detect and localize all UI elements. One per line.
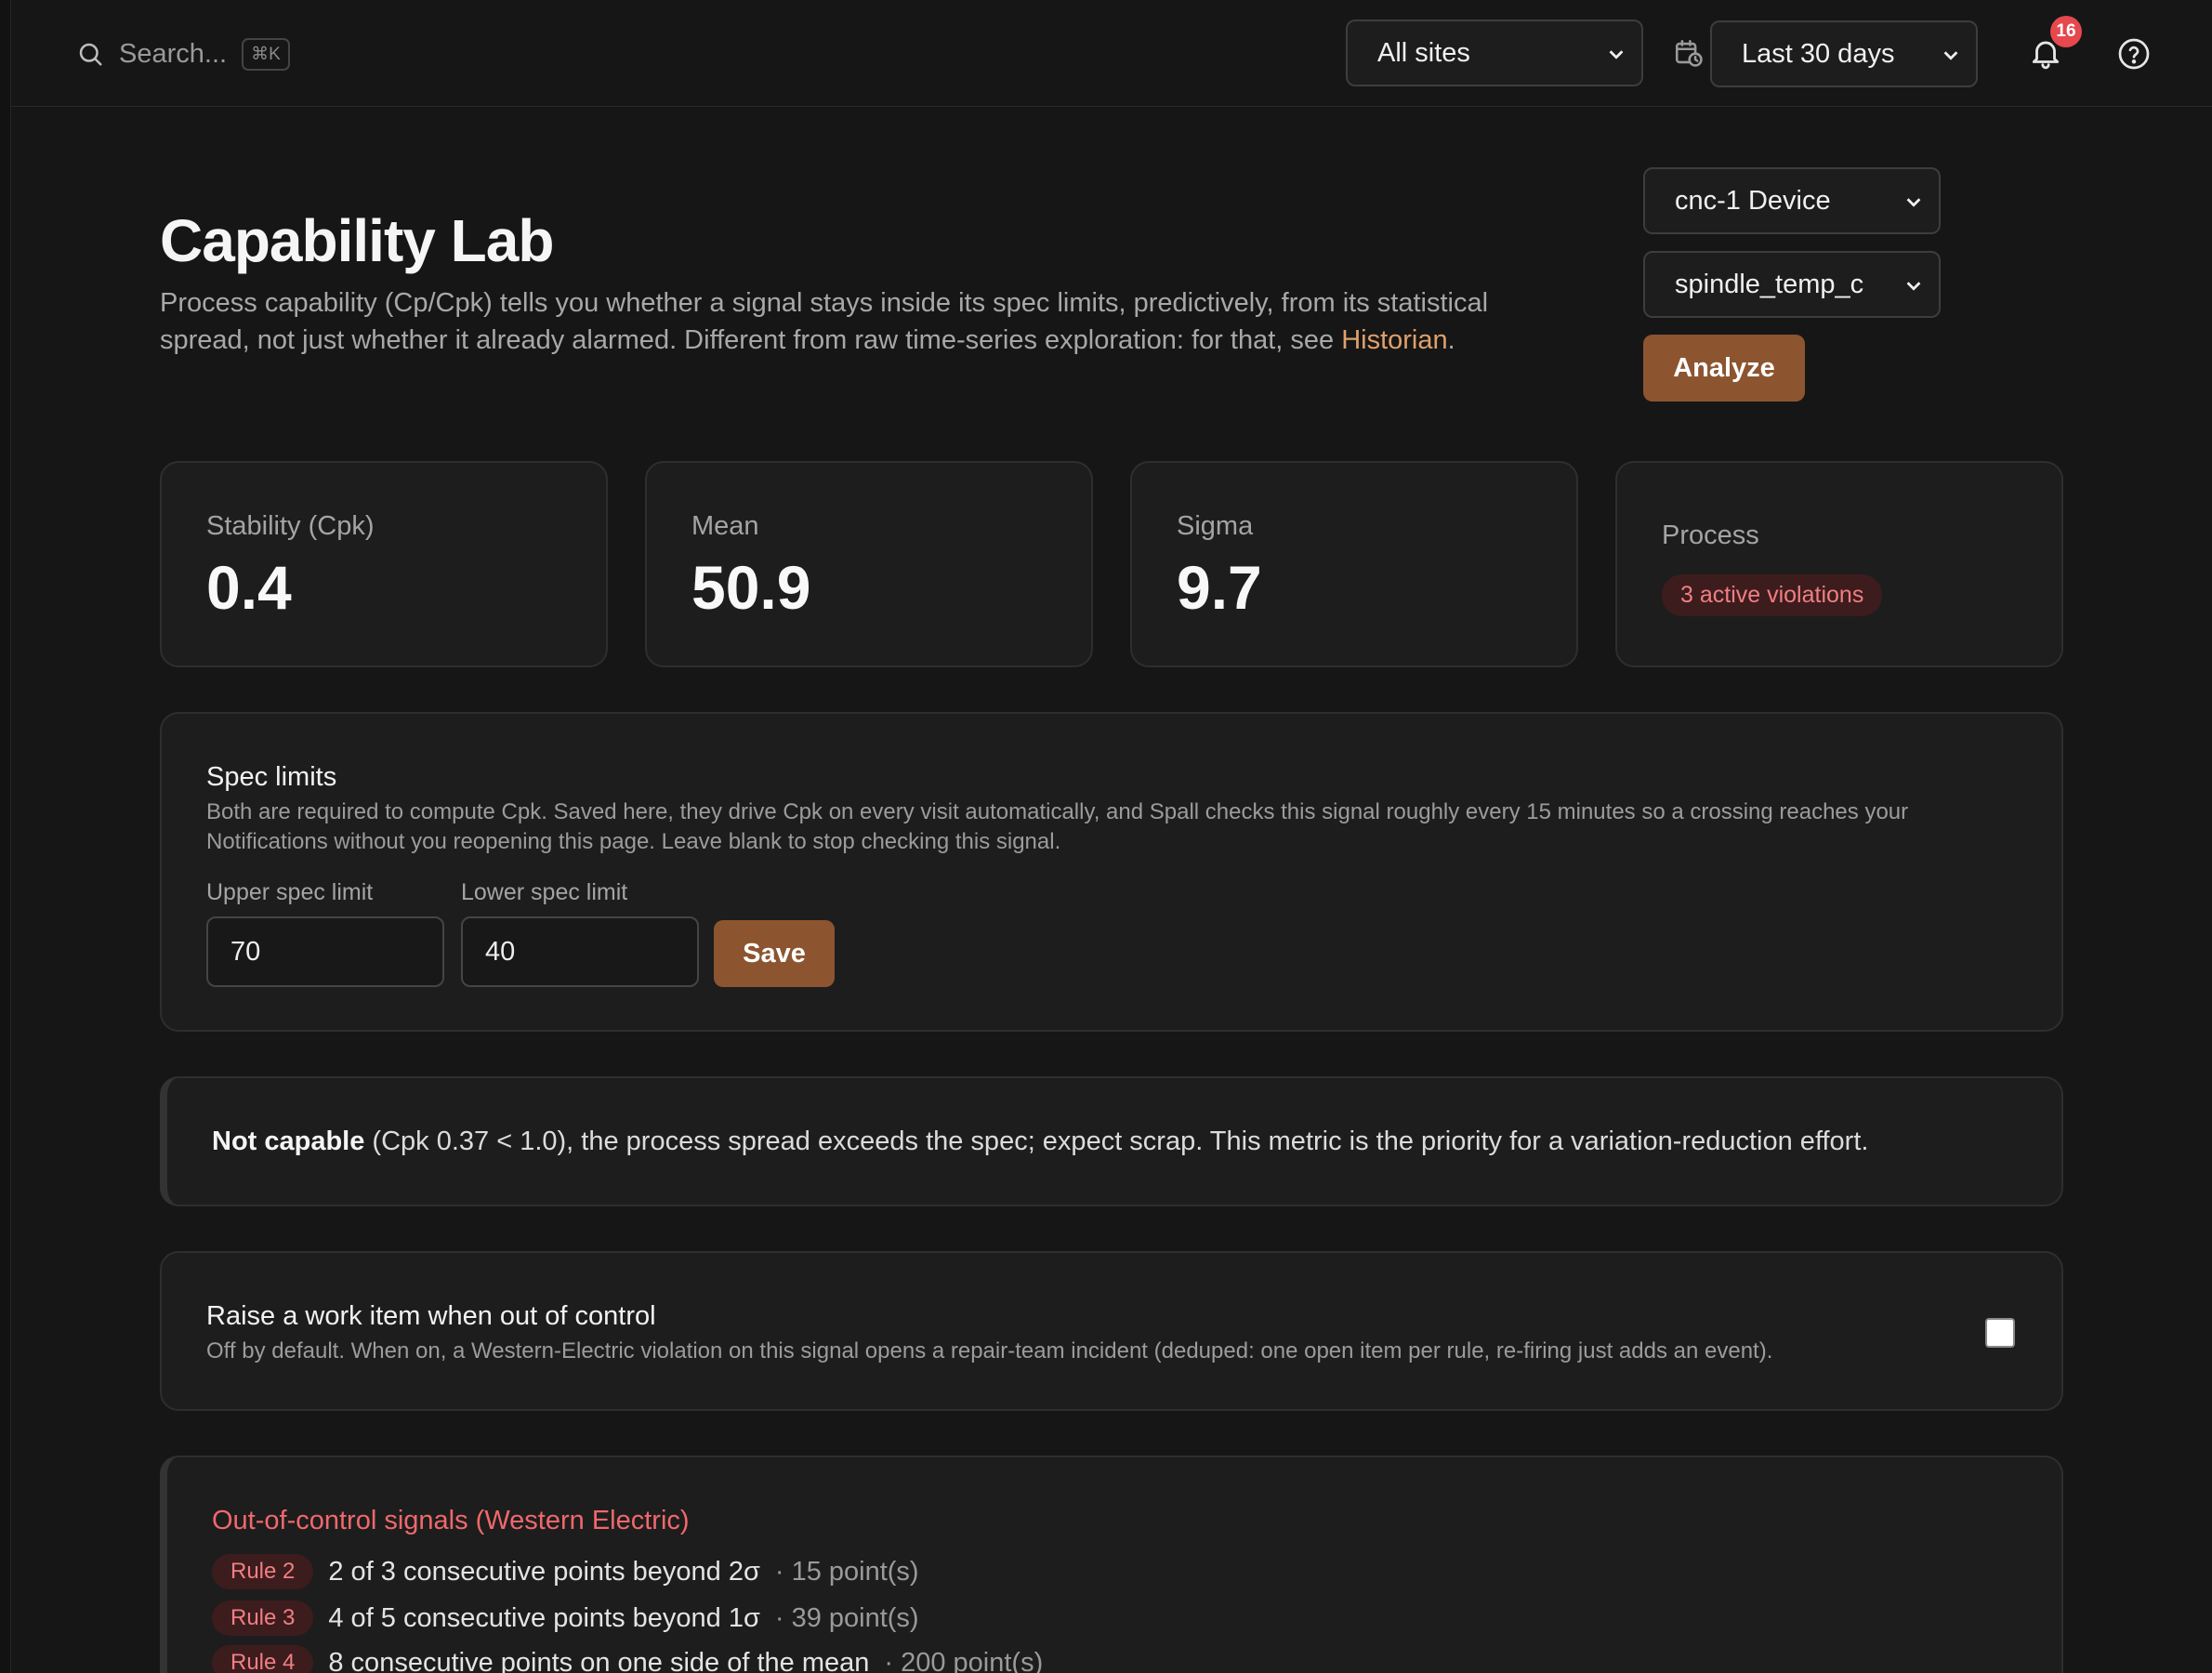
calendar-clock-icon[interactable] — [1673, 37, 1705, 69]
rule-point-count: · 39 point(s) — [774, 1602, 919, 1633]
page-description-end: . — [1447, 325, 1455, 355]
violations-status-badge: 3 active violations — [1662, 574, 1883, 616]
work-item-description: Off by default. When on, a Western-Elect… — [206, 1338, 1773, 1363]
notification-count-badge: 16 — [2050, 16, 2082, 47]
stat-card-mean: Mean 50.9 — [645, 461, 1093, 667]
signal-select-value: spindle_temp_c — [1675, 269, 1864, 299]
page-description: Process capability (Cp/Cpk) tells you wh… — [160, 284, 1573, 359]
date-range-value: Last 30 days — [1742, 38, 1895, 69]
chevron-down-icon — [1609, 50, 1624, 59]
rule-point-count: · 15 point(s) — [774, 1556, 919, 1587]
search-icon — [79, 43, 102, 66]
page-description-text: Process capability (Cp/Cpk) tells you wh… — [160, 288, 1489, 355]
device-select[interactable]: cnc-1 Device — [1643, 167, 1941, 234]
left-rail — [0, 0, 11, 1673]
site-filter-value: All sites — [1377, 37, 1470, 68]
usl-label: Upper spec limit — [206, 879, 374, 905]
rule-description: 4 of 5 consecutive points beyond 1σ — [328, 1602, 760, 1633]
chevron-down-icon — [1943, 51, 1958, 60]
rule-badge: Rule 3 — [212, 1601, 314, 1636]
date-range-select[interactable]: Last 30 days — [1710, 20, 1978, 87]
rule-point-count: · 200 point(s) — [884, 1647, 1044, 1673]
search-placeholder: Search... — [119, 38, 228, 69]
spec-limits-description: Both are required to compute Cpk. Saved … — [206, 799, 1909, 854]
device-select-value: cnc-1 Device — [1675, 185, 1831, 216]
violation-row: Rule 4 8 consecutive points on one side … — [212, 1645, 1043, 1673]
stat-card-process: Process 3 active violations — [1615, 461, 2063, 667]
verdict-strong: Not capable — [212, 1126, 365, 1156]
stat-card-cpk: Stability (Cpk) 0.4 — [160, 461, 608, 667]
spec-limits-title: Spec limits — [206, 762, 337, 792]
work-item-toggle-card: Raise a work item when out of control Of… — [160, 1251, 2063, 1411]
stat-label: Mean — [691, 511, 759, 541]
site-filter-select[interactable]: All sites — [1346, 20, 1643, 86]
stat-label: Process — [1662, 520, 1759, 550]
analyze-button[interactable]: Analyze — [1643, 335, 1805, 402]
verdict-text: (Cpk 0.37 < 1.0), the process spread exc… — [364, 1126, 1869, 1156]
spec-limits-card: Spec limits Both are required to compute… — [160, 712, 2063, 1032]
lsl-input[interactable]: 40 — [461, 916, 699, 987]
save-button[interactable]: Save — [714, 920, 835, 987]
global-search[interactable]: Search... ⌘K — [76, 33, 290, 74]
rule-description: 8 consecutive points on one side of the … — [328, 1647, 870, 1673]
rule-badge: Rule 2 — [212, 1554, 314, 1589]
stat-label: Stability (Cpk) — [206, 511, 375, 541]
search-shortcut-hint: ⌘K — [242, 37, 290, 71]
help-icon[interactable] — [2117, 37, 2151, 71]
work-item-title: Raise a work item when out of control — [206, 1301, 656, 1331]
out-of-control-card: Out-of-control signals (Western Electric… — [160, 1456, 2063, 1673]
stat-value: 9.7 — [1177, 553, 1262, 622]
violations-title: Out-of-control signals (Western Electric… — [212, 1506, 690, 1535]
page-title: Capability Lab — [160, 207, 554, 274]
rule-description: 2 of 3 consecutive points beyond 2σ — [328, 1556, 760, 1587]
app-root: Search... ⌘K All sites Last 30 days 16 C… — [0, 0, 2212, 1673]
chevron-down-icon — [1906, 282, 1921, 291]
capability-verdict-card: Not capable (Cpk 0.37 < 1.0), the proces… — [160, 1076, 2063, 1206]
rule-badge: Rule 4 — [212, 1645, 314, 1673]
violation-row: Rule 3 4 of 5 consecutive points beyond … — [212, 1601, 919, 1636]
stat-value: 50.9 — [691, 553, 811, 622]
lsl-label: Lower spec limit — [461, 879, 628, 905]
stat-value: 0.4 — [206, 553, 292, 622]
signal-select[interactable]: spindle_temp_c — [1643, 251, 1941, 318]
historian-link[interactable]: Historian — [1341, 325, 1447, 355]
capability-verdict: Not capable (Cpk 0.37 < 1.0), the proces… — [212, 1126, 1868, 1157]
usl-input[interactable]: 70 — [206, 916, 444, 987]
stat-card-sigma: Sigma 9.7 — [1130, 461, 1578, 667]
work-item-checkbox[interactable] — [1985, 1318, 2015, 1348]
violation-row: Rule 2 2 of 3 consecutive points beyond … — [212, 1554, 919, 1589]
stat-label: Sigma — [1177, 511, 1254, 541]
chevron-down-icon — [1906, 198, 1921, 207]
